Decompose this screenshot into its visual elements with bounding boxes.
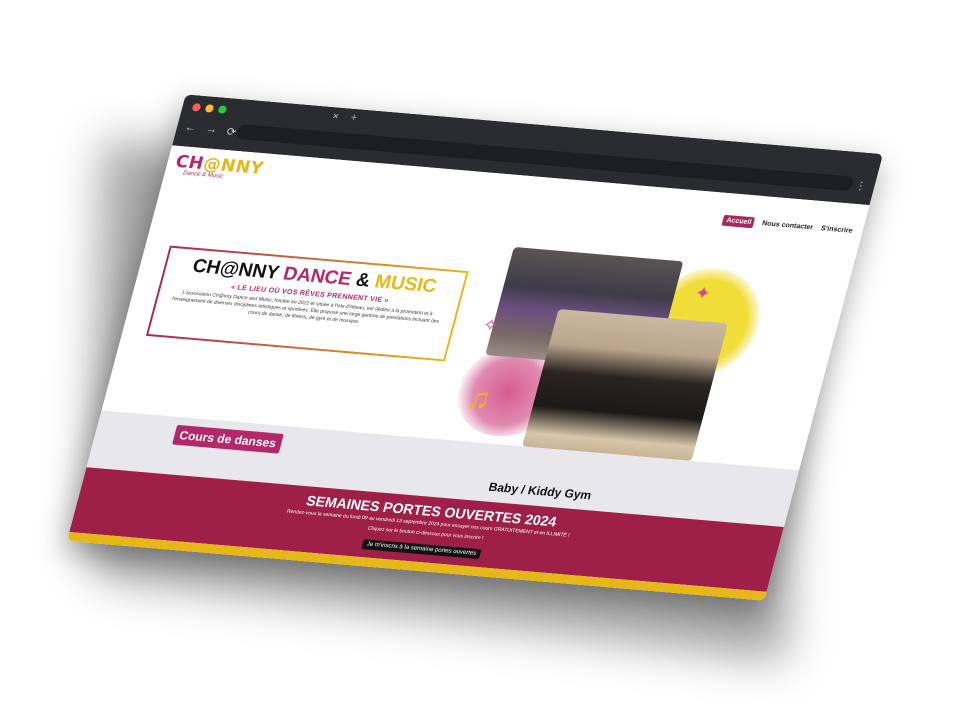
hero-title-part1: CH@NNY [190, 255, 287, 285]
hero-title-part2: DANCE [280, 263, 354, 290]
browser-menu-icon[interactable]: ⋮ [854, 179, 868, 193]
minimize-window-button[interactable] [204, 104, 215, 113]
scene: × + ← → ⟳ ⋮ CH@NNY Dance & Music Accueil… [0, 0, 960, 720]
maximize-window-button[interactable] [217, 105, 228, 114]
forward-icon[interactable]: → [204, 123, 218, 137]
browser-nav: ← → ⟳ [183, 122, 237, 139]
window-controls [191, 103, 228, 114]
site-logo[interactable]: CH@NNY Dance & Music [172, 152, 265, 183]
new-tab-icon[interactable]: + [349, 112, 359, 124]
nav-item-contact[interactable]: Nous contacter [761, 220, 814, 231]
back-icon[interactable]: ← [183, 122, 197, 136]
hero-photos: ♫ ✦ ✧ [446, 246, 772, 464]
hero-card: CH@NNY DANCE & MUSIC « LE LIEU OÙ VOS RÊ… [145, 245, 469, 362]
close-window-button[interactable] [191, 103, 202, 112]
choir-photo [522, 309, 728, 461]
open-days-signup-button[interactable]: Je m'inscris à la semaine portes ouverte… [361, 539, 482, 560]
hero-title-part4: MUSIC [372, 271, 439, 298]
nav-item-inscrire[interactable]: S'inscrire [820, 225, 853, 235]
main-nav: Accueil Nous contacter S'inscrire [721, 214, 854, 237]
tab-close-icon[interactable]: × [331, 111, 340, 122]
browser-window: × + ← → ⟳ ⋮ CH@NNY Dance & Music Accueil… [66, 94, 884, 601]
nav-item-accueil[interactable]: Accueil [721, 214, 756, 229]
web-page: CH@NNY Dance & Music Accueil Nous contac… [66, 145, 870, 601]
